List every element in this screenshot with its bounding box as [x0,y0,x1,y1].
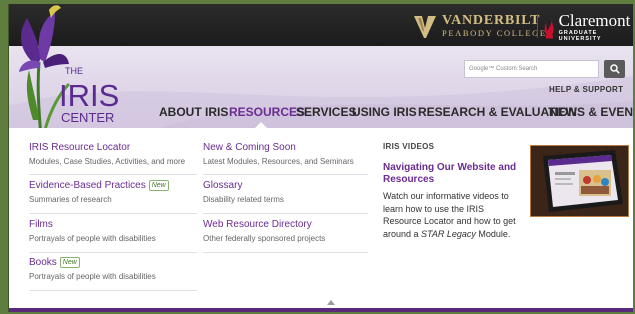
menu-item-desc: Portrayals of people with disabilities [29,272,156,281]
vanderbilt-logo[interactable]: VANDERBILT PEABODY COLLEGE [414,12,547,40]
flame-icon [544,15,554,39]
search-input[interactable]: Google™ Custom Search [464,60,599,78]
menu-divider [203,174,368,175]
logo-divider [537,14,538,38]
menu-item-title: Web Resource Directory [203,219,312,230]
nav-resources[interactable]: RESOURCES [229,105,305,119]
menu-item-resource-locator[interactable]: IRIS Resource Locator Modules, Case Stud… [29,142,197,167]
menu-item-title: IRIS Resource Locator [29,142,131,153]
menu-item-books[interactable]: Books New Portrayals of people with disab… [29,257,197,282]
graduate-university: GRADUATE UNIVERSITY [558,30,602,42]
logo-the: THE [65,66,83,76]
video-thumbnail[interactable] [530,145,629,217]
main-nav: ABOUT IRIS RESOURCES SERVICES USING IRIS… [9,105,633,125]
menu-divider [203,213,368,214]
menu-item-desc: Disability related terms [203,195,284,204]
menu-item-new-coming-soon[interactable]: New & Coming Soon Latest Modules, Resour… [203,142,371,167]
menu-item-title: Evidence-Based Practices [29,180,146,191]
menu-item-desc: Latest Modules, Resources, and Seminars [203,157,354,166]
vanderbilt-name: VANDERBILT [442,13,541,29]
menu-item-desc: Other federally sponsored projects [203,234,326,243]
menu-item-title: Books [29,257,57,268]
page-frame: VANDERBILT PEABODY COLLEGE Claremont GRA… [8,4,633,312]
nav-about-iris[interactable]: ABOUT IRIS [159,105,228,119]
menu-divider [29,252,197,253]
search-icon [609,64,620,74]
star-legacy-text: STAR Legacy [421,228,476,239]
menu-item-desc: Modules, Case Studies, Activities, and m… [29,157,186,166]
menu-item-glossary[interactable]: Glossary Disability related terms [203,180,371,205]
claremont-logo[interactable]: Claremont GRADUATE UNIVERSITY [544,12,633,42]
menu-divider [29,213,197,214]
help-support-link[interactable]: HELP & SUPPORT [549,85,623,94]
search-button[interactable] [604,60,625,78]
menu-item-films[interactable]: Films Portrayals of people with disabili… [29,219,197,244]
vanderbilt-v-icon [414,16,436,38]
menu-divider [203,252,368,253]
iris-videos-heading: IRIS VIDEOS [383,142,435,151]
menu-bottom-bar [9,308,633,312]
claremont-name: Claremont [558,11,631,30]
videos-text-end: Module. [475,228,511,239]
menu-item-desc: Summaries of research [29,195,112,204]
nav-services[interactable]: SERVICES [296,105,356,119]
menu-item-desc: Portrayals of people with disabilities [29,234,156,243]
menu-divider [29,290,197,291]
nav-news-events[interactable]: NEWS & EVENTS [549,105,633,119]
peabody-college: PEABODY COLLEGE [442,28,547,39]
new-badge: New [59,257,80,268]
nav-using-iris[interactable]: USING IRIS [352,105,417,119]
menu-item-title: Films [29,219,53,230]
menu-item-title: New & Coming Soon [203,142,296,153]
new-badge: New [148,180,169,191]
menu-item-evidence-based-practices[interactable]: Evidence-Based Practices New Summaries of… [29,180,197,205]
videos-description: Watch our informative videos to learn ho… [383,190,521,240]
tablet-screenshot-image [531,146,628,216]
videos-title-link[interactable]: Navigating Our Website and Resources [383,162,523,186]
menu-divider [29,174,197,175]
menu-item-web-resource-directory[interactable]: Web Resource Directory Other federally s… [203,219,371,244]
collapse-menu-icon[interactable] [327,300,335,305]
menu-item-title: Glossary [203,180,243,191]
